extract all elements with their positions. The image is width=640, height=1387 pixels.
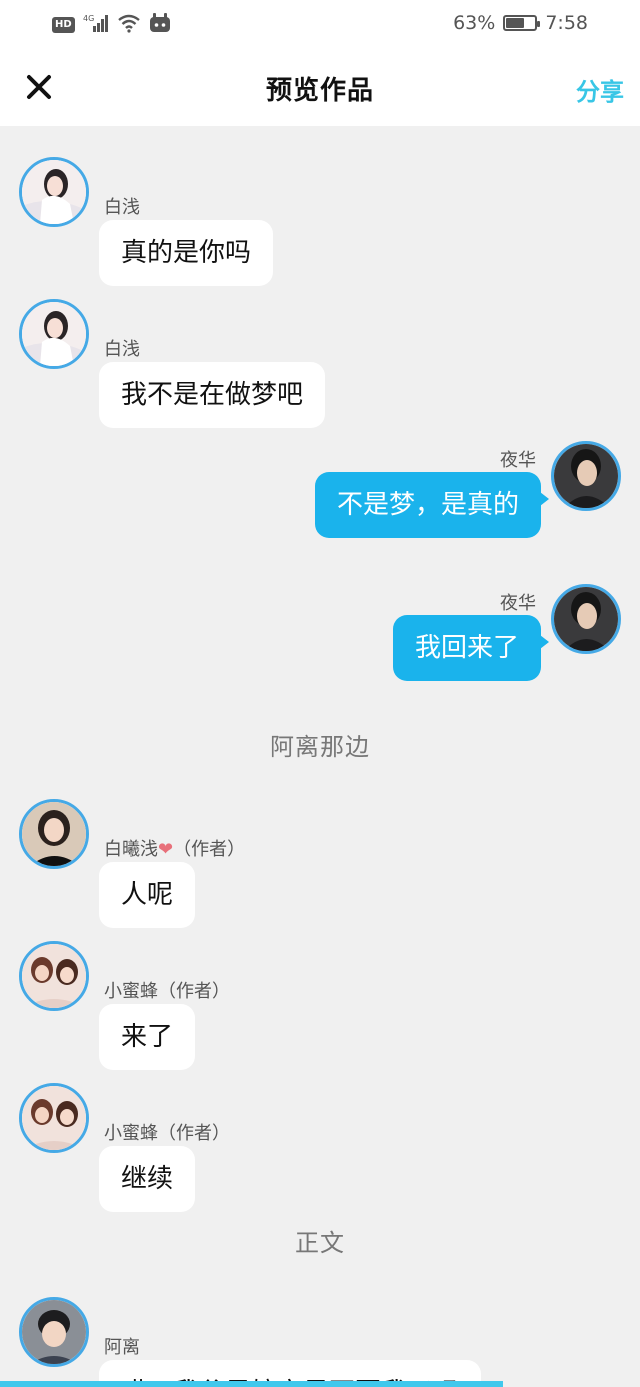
sender-name: 白浅 [104, 339, 140, 360]
sender-name: 小蜜蜂（作者） [104, 981, 230, 1002]
status-bar: HD 4G 63% 7:58 [0, 0, 640, 50]
sender-label: 白曦浅 [104, 839, 158, 860]
sender-name: 白浅 [104, 197, 140, 218]
share-button[interactable]: 分享 [576, 72, 624, 107]
avatar-ali[interactable] [19, 1297, 89, 1367]
sender-name: 阿离 [104, 1337, 140, 1358]
status-bar-right: 63% 7:58 [453, 12, 588, 34]
message-bubble[interactable]: 我不是在做梦吧 [99, 362, 326, 428]
signal-icon: 4G [83, 13, 109, 37]
message-bubble[interactable]: 我回来了 [392, 615, 549, 681]
network-label: 4G [83, 14, 94, 23]
battery-icon [503, 15, 541, 31]
avatar-xiaomifeng[interactable] [19, 941, 89, 1011]
clock: 7:58 [545, 12, 588, 34]
status-bar-left: HD 4G [52, 12, 171, 38]
avatar-baixiqian[interactable] [19, 799, 89, 869]
message-bubble[interactable]: 继续 [99, 1146, 196, 1212]
message-bubble[interactable]: 真的是你吗 [99, 220, 274, 286]
avatar-baiqian[interactable] [19, 299, 89, 369]
hd-badge: HD [52, 17, 75, 33]
section-divider: 正文 [295, 1229, 345, 1257]
avatar-yehua[interactable] [551, 584, 621, 654]
wifi-icon [117, 13, 141, 37]
top-nav-bar: 预览作品 分享 [0, 50, 640, 126]
avatar-yehua[interactable] [551, 441, 621, 511]
sender-name: 夜华 [500, 593, 536, 614]
heart-icon: ❤ [158, 839, 174, 860]
message-bubble[interactable]: 来了 [99, 1004, 196, 1070]
progress-bar [0, 1381, 503, 1387]
sender-name: 白曦浅❤（作者） [104, 835, 245, 861]
message-bubble[interactable]: 不是梦，是真的 [314, 472, 549, 538]
chat-preview: 白浅 真的是你吗 白浅 我不是在做梦吧 夜华 不是梦，是真的 夜华 我回来了 阿… [0, 126, 640, 1387]
app-notification-icon [149, 12, 171, 38]
sender-name: 夜华 [500, 450, 536, 471]
battery-percent: 63% [453, 12, 496, 34]
author-tag: （作者） [173, 839, 246, 860]
message-text: 不是梦，是真的 [336, 490, 519, 520]
message-text: 我回来了 [414, 633, 519, 663]
page-title: 预览作品 [265, 76, 374, 106]
battery-fill [506, 18, 524, 28]
avatar-xiaomifeng[interactable] [19, 1083, 89, 1153]
bubble-tail [540, 635, 549, 649]
section-divider: 阿离那边 [270, 733, 370, 761]
bubble-tail [540, 492, 549, 506]
avatar-baiqian[interactable] [19, 157, 89, 227]
sender-name: 小蜜蜂（作者） [104, 1123, 230, 1144]
message-bubble[interactable]: 人呢 [99, 862, 196, 928]
